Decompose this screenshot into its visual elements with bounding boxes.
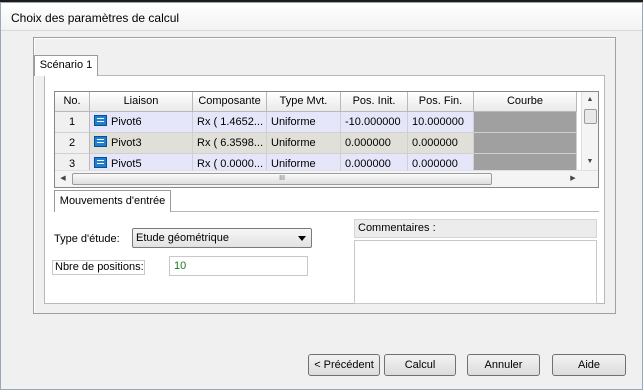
type-etude-value: Etude géométrique [136,232,229,244]
cell-liaison-text: Pivot3 [111,137,142,149]
col-header-liaison[interactable]: Liaison [90,92,193,112]
cell-liaison[interactable]: Pivot6 [90,112,193,133]
col-header-composante[interactable]: Composante [193,92,267,112]
horizontal-scrollbar[interactable]: ◀ III ▶ [55,170,598,187]
cell-pos-init[interactable]: 0.000000 [341,133,408,154]
link-icon [94,157,107,168]
link-icon [94,115,107,126]
type-etude-select[interactable]: Etude géométrique [132,228,312,248]
arrow-up-icon[interactable]: ▲ [582,92,598,108]
col-header-pos-fin[interactable]: Pos. Fin. [408,92,474,112]
cell-courbe[interactable] [474,133,577,154]
cell-pos-init[interactable]: -10.000000 [341,112,408,133]
nbre-positions-input[interactable]: 10 [169,256,308,276]
cell-liaison-text: Pivot5 [111,158,142,170]
tab-scenario-1[interactable]: Scénario 1 [34,55,98,76]
cell-liaison[interactable]: Pivot3 [90,133,193,154]
grid-rows: 1 Pivot6 Rx ( 1.4652... Uniforme -10.000… [55,112,577,175]
aide-button[interactable]: Aide [552,354,626,376]
vertical-scroll-thumb[interactable] [584,109,597,124]
cell-pos-fin[interactable]: 0.000000 [408,133,474,154]
chevron-down-icon [298,236,306,241]
cell-liaison-text: Pivot6 [111,116,142,128]
cell-type-mvt[interactable]: Uniforme [267,112,341,133]
arrow-down-icon[interactable]: ▼ [582,154,598,170]
annuler-button[interactable]: Annuler [467,354,540,376]
table-row[interactable]: 2 Pivot3 Rx ( 6.3598... Uniforme 0.00000… [55,133,577,154]
dialog-title: Choix des paramètres de calcul [11,11,180,25]
commentaires-label: Commentaires : [354,219,597,238]
horizontal-scroll-thumb[interactable]: III [72,173,492,185]
movements-grid: No. Liaison Composante Type Mvt. Pos. In… [54,91,599,188]
nbre-positions-label: Nbre de positions: [52,260,145,275]
title-bar: Choix des paramètres de calcul [1,3,642,31]
table-row[interactable]: 1 Pivot6 Rx ( 1.4652... Uniforme -10.000… [55,112,577,133]
arrow-left-icon[interactable]: ◀ [55,171,71,187]
cell-courbe[interactable] [474,112,577,133]
cell-no: 1 [55,112,90,133]
cell-no: 2 [55,133,90,154]
precedent-button[interactable]: < Précédent [308,354,380,376]
cell-composante[interactable]: Rx ( 6.3598... [193,133,267,154]
vertical-scrollbar[interactable]: ▲ ▼ [581,92,598,172]
col-header-type-mvt[interactable]: Type Mvt. [267,92,341,112]
cell-pos-fin[interactable]: 10.000000 [408,112,474,133]
grid-header: No. Liaison Composante Type Mvt. Pos. In… [55,92,577,112]
cell-type-mvt[interactable]: Uniforme [267,133,341,154]
cell-composante[interactable]: Rx ( 1.4652... [193,112,267,133]
commentaires-textarea[interactable] [354,240,597,304]
tab-mouvements-entree[interactable]: Mouvements d'entrée [54,190,171,212]
type-etude-label: Type d'étude: [54,233,120,245]
col-header-no[interactable]: No. [55,92,90,112]
col-header-courbe[interactable]: Courbe [474,92,577,112]
calcul-button[interactable]: Calcul [384,354,456,376]
col-header-pos-init[interactable]: Pos. Init. [341,92,408,112]
link-icon [94,136,107,147]
arrow-right-icon[interactable]: ▶ [565,171,581,187]
